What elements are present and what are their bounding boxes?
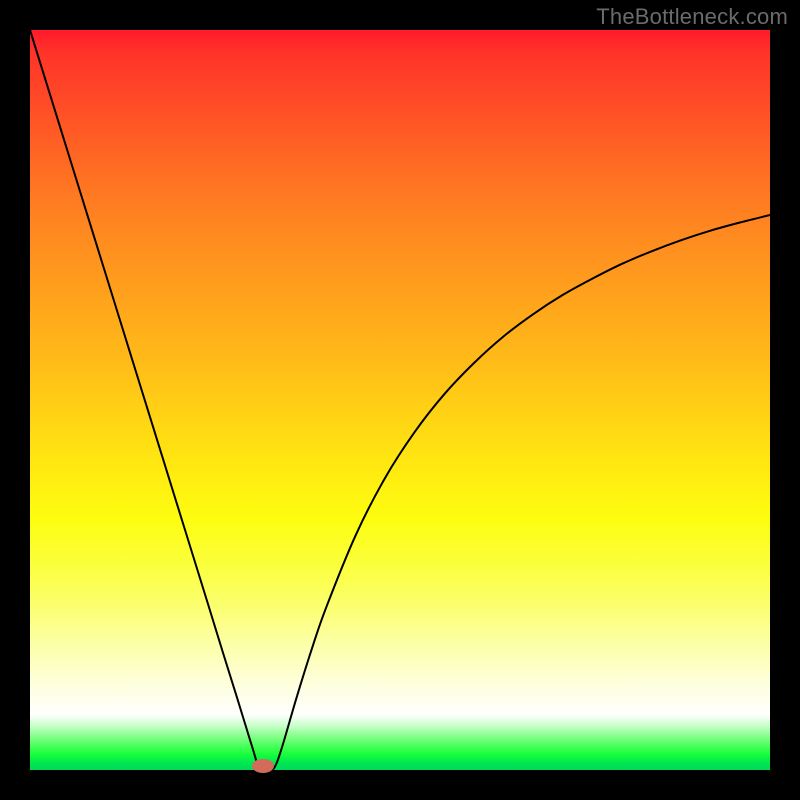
watermark-text: TheBottleneck.com [596, 4, 788, 30]
chart-frame: TheBottleneck.com [0, 0, 800, 800]
bottleneck-curve [30, 30, 770, 770]
plot-area [30, 30, 770, 770]
optimum-marker [252, 759, 274, 773]
